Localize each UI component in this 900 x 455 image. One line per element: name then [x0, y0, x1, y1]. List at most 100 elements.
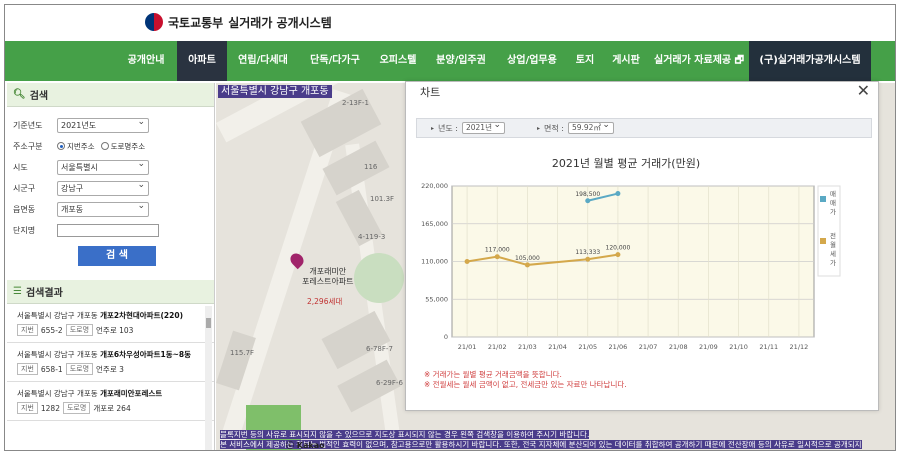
legend-char: 매	[830, 199, 836, 207]
y-tick-label: 110,000	[421, 258, 448, 266]
jibun-tag: 지번	[17, 324, 38, 336]
road-value: 개포로 264	[93, 403, 131, 413]
marker-label[interactable]: 개포래미안 포레스트아파트	[302, 267, 354, 287]
data-point	[615, 252, 621, 258]
x-tick-label: 21/03	[518, 343, 537, 351]
results-scrollbar[interactable]	[205, 306, 212, 450]
map-breadcrumb: 서울특별시 강남구 개포동	[218, 85, 332, 98]
radio-road[interactable]: 도로명주소	[100, 141, 145, 152]
x-tick-label: 21/08	[669, 343, 688, 351]
nav-item-4[interactable]: 오피스텔	[371, 41, 425, 81]
x-tick-label: 21/11	[759, 343, 778, 351]
map-label: 101.3F	[370, 195, 395, 203]
y-tick-label: 165,000	[421, 220, 448, 228]
result-complex-name[interactable]: 개포2차현대아파트(220)	[100, 311, 183, 320]
sigungu-label: 시군구	[13, 183, 36, 193]
chart-year-select[interactable]: 2021년	[461, 120, 505, 134]
browser-frame: 국토교통부 실거래가 공개시스템 공개안내 아파트 연립/다세대 단독/다가구 오피스텔…	[4, 4, 896, 451]
nav-item-7[interactable]: 토지	[567, 41, 603, 81]
nav-item-6[interactable]: 상업/업무용	[497, 41, 567, 81]
triangle-icon: ▸	[431, 124, 435, 132]
result-item[interactable]: 서울특별시 강남구 개포동 개포6차우성아파트1동~8동 지번 658-1 도로명 언주…	[7, 343, 214, 382]
results-panel-header: ☰ 검색결과	[7, 280, 214, 304]
nav-item-2[interactable]: 연립/다세대	[227, 41, 299, 81]
site-logo[interactable]: 국토교통부 실거래가 공개시스템	[145, 13, 332, 31]
radio-jibun[interactable]: 지번주소	[57, 141, 95, 152]
scrollbar-thumb[interactable]	[206, 318, 211, 328]
road-value: 언주로 103	[96, 325, 134, 335]
data-point	[464, 259, 470, 264]
legend-char: 세	[830, 249, 836, 258]
map-notice-line-1: 블록지번 등의 사유로 표시되지 않을 수 있으므로 지도상 표시되지 않는 경…	[220, 430, 590, 439]
x-tick-label: 21/07	[639, 343, 658, 351]
y-tick-label: 55,000	[425, 295, 448, 303]
data-point	[585, 198, 591, 204]
jibun-tag: 지번	[17, 402, 38, 414]
nav-item-9[interactable]: 실거래가 자료제공 🗗	[649, 41, 749, 81]
legend-char: 매	[830, 190, 836, 198]
result-complex-name[interactable]: 개포래미안포레스트	[100, 389, 162, 398]
price-chart: 2021년 월별 평균 거래가(만원) 0 55,000 110,000 165,000…	[421, 157, 841, 351]
result-meta: 지번 1282 도로명 개포로 264	[17, 402, 200, 414]
map-label: 116	[364, 163, 378, 171]
result-item[interactable]: 서울특별시 강남구 개포동 개포2차현대아파트(220) 지번 655-2 도로명 언주…	[7, 304, 214, 343]
radio-selected-icon	[57, 142, 65, 150]
nav-item-3[interactable]: 단독/다가구	[299, 41, 371, 81]
map-park	[354, 253, 404, 303]
complex-name-label: 단지명	[13, 225, 36, 235]
road-value: 언주로 3	[96, 364, 124, 374]
jibun-tag: 지번	[17, 363, 38, 375]
chart-filter-bar: ▸ 년도 : 2021년 ▸ 면적 : 59.92㎡	[416, 118, 872, 138]
map-label: 2-13F-1	[342, 99, 369, 107]
chart-notes: ※ 거래가는 월별 평균 거래금액을 뜻합니다. ※ 전월세는 월세 금액이 없…	[424, 370, 627, 390]
result-meta: 지번 658-1 도로명 언주로 3	[17, 363, 200, 375]
nav-item-1[interactable]: 아파트	[177, 41, 227, 81]
x-tick-label: 21/01	[458, 343, 477, 351]
address-type-label: 주소구분	[13, 141, 43, 151]
road-tag: 도로명	[65, 363, 94, 375]
results-list: 서울특별시 강남구 개포동 개포2차현대아파트(220) 지번 655-2 도로명 언주…	[7, 304, 214, 450]
x-tick-label: 21/05	[578, 343, 597, 351]
sigungu-select[interactable]: 강남구	[57, 179, 149, 196]
search-panel-title: 검색	[29, 91, 49, 102]
search-button[interactable]: 검 색	[78, 246, 156, 266]
y-tick-label: 220,000	[421, 182, 448, 190]
sido-label: 시도	[13, 162, 28, 172]
government-emblem-icon	[145, 13, 163, 31]
nav-item-8[interactable]: 게시판	[603, 41, 649, 81]
result-item[interactable]: 서울특별시 강남구 개포동 개포래미안포레스트 지번 1282 도로명 개포로 264	[7, 382, 214, 421]
x-tick-label: 21/10	[729, 343, 748, 351]
chart-area-select[interactable]: 59.92㎡	[567, 120, 614, 134]
search-form: 기준년도 2021년도 주소구분 지번주소 도로명주소 시도 서울특별시 시군구…	[7, 107, 214, 270]
close-icon[interactable]: ✕	[857, 81, 870, 100]
search-icon: 🔍︎	[13, 89, 26, 100]
result-complex-name[interactable]: 개포6차우성아파트1동~8동	[100, 350, 191, 359]
nav-item-5[interactable]: 분양/입주권	[425, 41, 497, 81]
map-label: 4-119-3	[358, 233, 386, 241]
site-header: 국토교통부 실거래가 공개시스템	[5, 5, 895, 41]
road-tag: 도로명	[62, 402, 91, 414]
nav-item-10[interactable]: (구)실거래가공개시스템	[749, 41, 871, 81]
jibun-value: 658-1	[40, 364, 63, 374]
x-tick-label: 21/06	[609, 343, 628, 351]
left-panel: 🔍︎ 검색 기준년도 2021년도 주소구분 지번주소 도로명주소 시도 서울특…	[7, 83, 215, 450]
chart-popup: 차트 ✕ ▸ 년도 : 2021년 ▸ 면적 : 59.92㎡ 2021년 월별…	[405, 81, 879, 411]
complex-name-input[interactable]	[57, 223, 159, 237]
sido-select[interactable]: 서울특별시	[57, 158, 149, 175]
jibun-value: 655-2	[40, 325, 63, 335]
result-address: 서울특별시 강남구 개포동 개포2차현대아파트(220)	[17, 311, 183, 320]
chart-title: 2021년 월별 평균 거래가(만원)	[552, 157, 700, 170]
dong-select[interactable]: 개포동	[57, 200, 149, 217]
marker-name-line-2: 포레스트아파트	[302, 277, 354, 286]
nav-item-0[interactable]: 공개안내	[115, 41, 177, 81]
search-panel-header: 🔍︎ 검색	[7, 83, 214, 107]
triangle-icon: ▸	[536, 124, 540, 132]
popup-title: 차트	[420, 86, 441, 99]
legend-char: 월	[830, 240, 836, 249]
data-point	[524, 262, 530, 268]
data-label: 120,000	[606, 245, 631, 252]
year-select[interactable]: 2021년도	[57, 116, 149, 133]
chart-note-2: ※ 전월세는 월세 금액이 없고, 전세금만 있는 자료만 나타납니다.	[424, 380, 627, 389]
x-tick-label: 21/04	[548, 343, 567, 351]
